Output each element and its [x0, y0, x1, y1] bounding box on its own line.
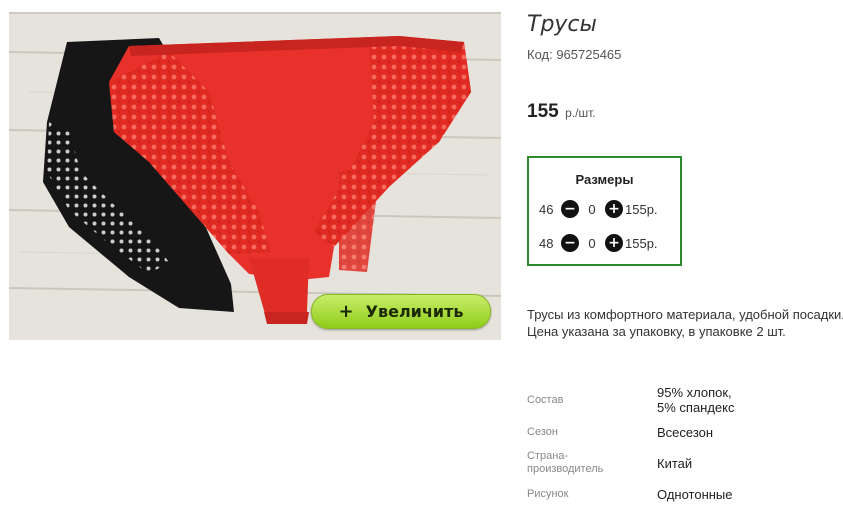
property-value: 95% хлопок, 5% спандекс [657, 385, 735, 415]
size-price: 155р. [625, 235, 658, 251]
size-row: 48 − 0 + 155р. [539, 233, 658, 253]
property-row: Рисунок Однотонные [527, 482, 735, 506]
product-properties: Состав 95% хлопок, 5% спандекс Сезон Все… [527, 380, 735, 506]
minus-icon[interactable]: − [561, 234, 579, 252]
size-selector-header: Размеры [575, 172, 634, 187]
size-selector: Размеры 46 − 0 + 155р. 48 − 0 + 155р. [527, 156, 682, 266]
price-amount: 155 [527, 101, 559, 122]
plus-icon[interactable]: + [605, 234, 623, 252]
product-price: 155 р./шт. [527, 101, 596, 123]
price-unit: р./шт. [565, 106, 596, 120]
plus-icon[interactable]: + [605, 200, 623, 218]
product-sku: Код: 965725465 [527, 47, 622, 62]
plus-icon: + [338, 301, 354, 322]
zoom-button-label: Увеличить [365, 302, 464, 321]
product-description: Трусы из комфортного материала, удобной … [527, 307, 843, 339]
size-value: 46 [539, 201, 554, 217]
property-key: Рисунок [527, 487, 569, 500]
size-price: 155р. [625, 201, 658, 217]
product-image[interactable]: + Увеличить [9, 12, 501, 340]
property-row: Страна- производитель Китай [527, 444, 735, 482]
product-title: Трусы [527, 12, 597, 37]
property-key: Сезон [527, 425, 558, 438]
property-value: Однотонные [657, 486, 733, 502]
property-key: Состав [527, 393, 564, 406]
size-row: 46 − 0 + 155р. [539, 199, 658, 219]
zoom-button[interactable]: + Увеличить [311, 294, 491, 329]
size-value: 48 [539, 235, 554, 251]
minus-icon[interactable]: − [561, 200, 579, 218]
property-value: Китай [657, 455, 693, 471]
quantity-value[interactable]: 0 [579, 202, 605, 217]
property-value: Всесезон [657, 424, 714, 440]
property-row: Состав 95% хлопок, 5% спандекс [527, 380, 735, 420]
quantity-value[interactable]: 0 [579, 236, 605, 251]
property-row: Сезон Всесезон [527, 420, 735, 444]
property-key: Страна- производитель [527, 450, 604, 475]
